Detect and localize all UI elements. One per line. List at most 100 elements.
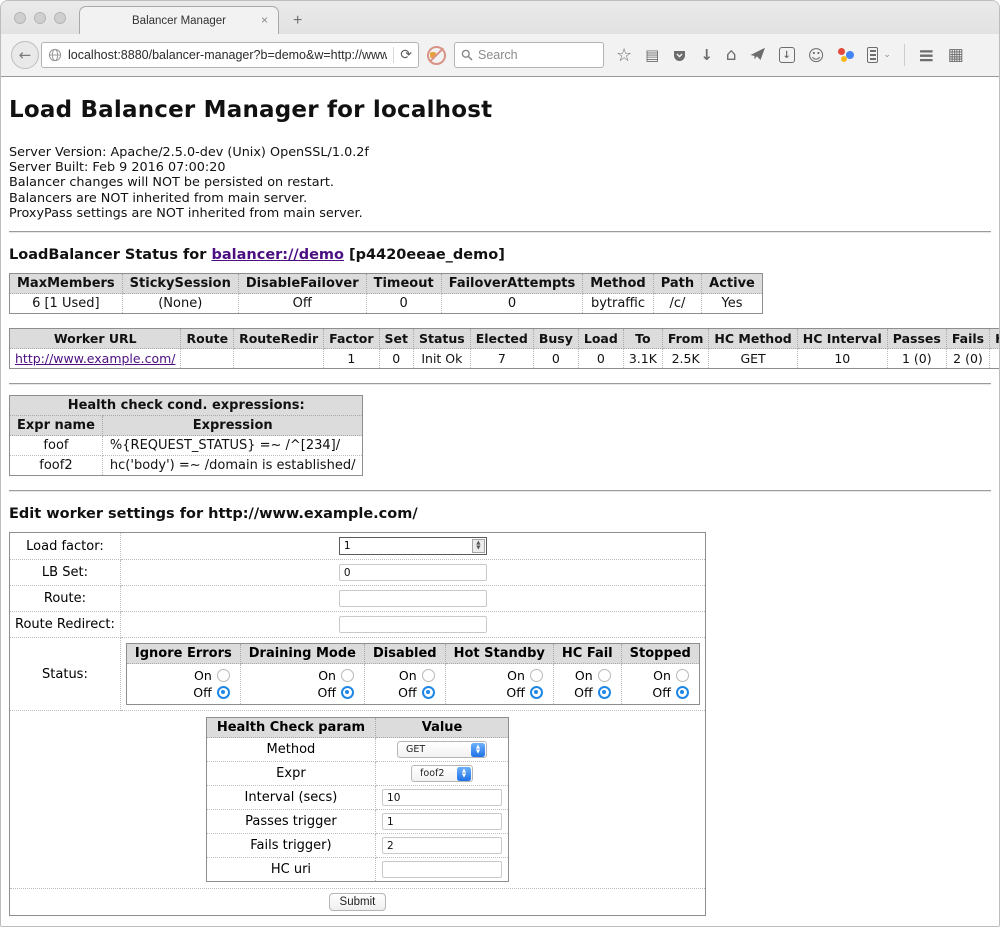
worker-cell: 2.5K [662, 349, 709, 369]
status-ignore-errors-on-radio[interactable] [217, 669, 230, 682]
radio-label-on: On [194, 667, 212, 684]
worker-url-link[interactable]: http://www.example.com/ [15, 351, 175, 366]
search-icon [461, 46, 473, 65]
minimize-window-button[interactable] [34, 12, 46, 24]
status-hc-fail-off-radio[interactable] [598, 686, 611, 699]
status-hc-fail-on-radio[interactable] [598, 669, 611, 682]
worker-cell: 0 [533, 349, 578, 369]
status-hot-standby-off-radio[interactable] [530, 686, 543, 699]
hc-expr-row: foof2hc('body') =~ /domain is establishe… [10, 456, 363, 476]
hc-uri-input[interactable] [382, 861, 502, 878]
interval-input[interactable] [382, 789, 502, 806]
adblock-icon[interactable] [427, 46, 446, 65]
close-window-button[interactable] [14, 12, 26, 24]
hc-expr-column-header: Expr name [10, 416, 103, 436]
status-ignore-errors-off-radio[interactable] [217, 686, 230, 699]
downloads-icon[interactable]: ↓ [700, 48, 713, 63]
select-arrows-icon: ▲▼ [471, 743, 485, 757]
send-page-icon[interactable] [750, 46, 766, 65]
status-radio-cell-disabled: OnOff [364, 664, 445, 705]
zoom-window-button[interactable] [54, 12, 66, 24]
status-disabled-on-radio[interactable] [422, 669, 435, 682]
route-input[interactable] [339, 590, 487, 607]
passes-input[interactable] [382, 813, 502, 830]
radio-label-off: Off [574, 684, 592, 701]
worker-cell: http://www.example.com/ [10, 349, 181, 369]
edit-worker-heading: Edit worker settings for http://www.exam… [9, 506, 991, 522]
status-column-header-draining-mode: Draining Mode [240, 644, 364, 664]
url-text[interactable]: localhost:8880/balancer-manager?b=demo&w… [68, 48, 387, 62]
balancer-demo-link[interactable]: balancer://demo [211, 247, 344, 263]
close-tab-icon[interactable]: × [261, 14, 268, 26]
status-stopped-off-radio[interactable] [676, 686, 689, 699]
status-radio-cell-stopped: OnOff [621, 664, 699, 705]
status-radio-cell-hot-standby: OnOff [445, 664, 553, 705]
status-disabled-off-radio[interactable] [422, 686, 435, 699]
status-column-header-hc-fail: HC Fail [553, 644, 621, 664]
status-column-header-ignore-errors: Ignore Errors [126, 644, 240, 664]
bookmark-star-icon[interactable]: ☆ [616, 48, 632, 63]
inherit-note-line: Balancers are NOT inherited from main se… [9, 191, 991, 206]
worker-column-header: HC Interval [797, 329, 887, 349]
hc-passes-label: Passes trigger [206, 810, 375, 834]
feedback-smiley-icon[interactable]: ☺ [808, 48, 825, 63]
hc-expr-table-title: Health check cond. expressions: [10, 396, 363, 416]
submit-button[interactable]: Submit [329, 893, 387, 911]
titlebar: Balancer Manager × + [1, 1, 999, 34]
radio-label-on: On [507, 667, 525, 684]
balancer-table-data-row: 6 [1 Used](None)Off00bytraffic/c/Yes [10, 294, 763, 314]
reading-list-icon[interactable]: ▤ [645, 48, 659, 63]
lb-set-input[interactable] [339, 564, 487, 581]
worker-column-header: Worker URL [10, 329, 181, 349]
testpilot-dots-icon[interactable] [837, 47, 854, 63]
radio-label-on: On [399, 667, 417, 684]
pocket-icon[interactable] [672, 48, 687, 63]
tab-balancer-manager[interactable]: Balancer Manager × [79, 6, 279, 34]
home-icon[interactable]: ⌂ [726, 48, 737, 63]
hc-fails-row: Fails trigger) [206, 834, 508, 858]
status-stopped-on-radio[interactable] [676, 669, 689, 682]
worker-column-header: RouteRedir [234, 329, 324, 349]
menu-hamburger-icon[interactable]: ≡ [918, 46, 935, 64]
navigation-toolbar: ← localhost:8880/balancer-manager?b=demo… [1, 34, 999, 77]
search-bar[interactable] [454, 42, 604, 68]
status-table-radio-row: OnOffOnOffOnOffOnOffOnOffOnOff [126, 664, 699, 705]
overflow-caret-icon[interactable]: ⌄ [883, 50, 891, 60]
worker-column-header: Fails [946, 329, 989, 349]
expr-name-cell: foof [10, 436, 103, 456]
number-spinner-icon[interactable]: ▲▼ [472, 539, 485, 553]
reload-icon[interactable]: ⟳ [400, 48, 412, 62]
method-select[interactable]: GET ▲▼ [397, 741, 487, 758]
balancer-column-header: Path [653, 274, 701, 294]
expr-select-value: foof2 [420, 768, 444, 779]
load-factor-input[interactable]: 1 ▲▼ [339, 537, 487, 555]
balancer-column-header: DisableFailover [238, 274, 366, 294]
back-button[interactable]: ← [11, 41, 39, 69]
search-input[interactable] [478, 48, 597, 62]
status-draining-mode-on-radio[interactable] [341, 669, 354, 682]
route-redirect-input[interactable] [339, 616, 487, 633]
hc-uri-row: HC uri [206, 858, 508, 882]
health-check-params-table: Health Check param Value Method GET [206, 717, 509, 882]
new-tab-button[interactable]: + [293, 13, 302, 29]
hc-value-header: Value [376, 718, 509, 738]
worker-table: Worker URLRouteRouteRedirFactorSetStatus… [9, 328, 999, 369]
battery-extension-icon[interactable] [867, 47, 878, 63]
save-to-device-icon[interactable]: ↓ [779, 47, 795, 63]
status-draining-mode-off-radio[interactable] [341, 686, 354, 699]
radio-label-on: On [318, 667, 336, 684]
page-title: Load Balancer Manager for localhost [9, 97, 991, 123]
load-factor-row: Load factor: 1 ▲▼ [10, 533, 706, 560]
fails-input[interactable] [382, 837, 502, 854]
status-hot-standby-on-radio[interactable] [530, 669, 543, 682]
url-bar[interactable]: localhost:8880/balancer-manager?b=demo&w… [41, 42, 419, 68]
worker-column-header: To [623, 329, 662, 349]
toolbar-icons: ☆ ▤ ↓ ⌂ ↓ ☺ ⌄ ≡ ▦ [616, 44, 964, 66]
worker-column-header: HC Method [709, 329, 797, 349]
grid-panel-icon[interactable]: ▦ [948, 48, 964, 63]
traffic-lights [14, 12, 66, 24]
hc-fails-label: Fails trigger) [206, 834, 375, 858]
expr-select[interactable]: foof2 ▲▼ [411, 765, 473, 782]
select-arrows-icon: ▲▼ [457, 767, 471, 781]
worker-column-header: HC uri [990, 329, 999, 349]
